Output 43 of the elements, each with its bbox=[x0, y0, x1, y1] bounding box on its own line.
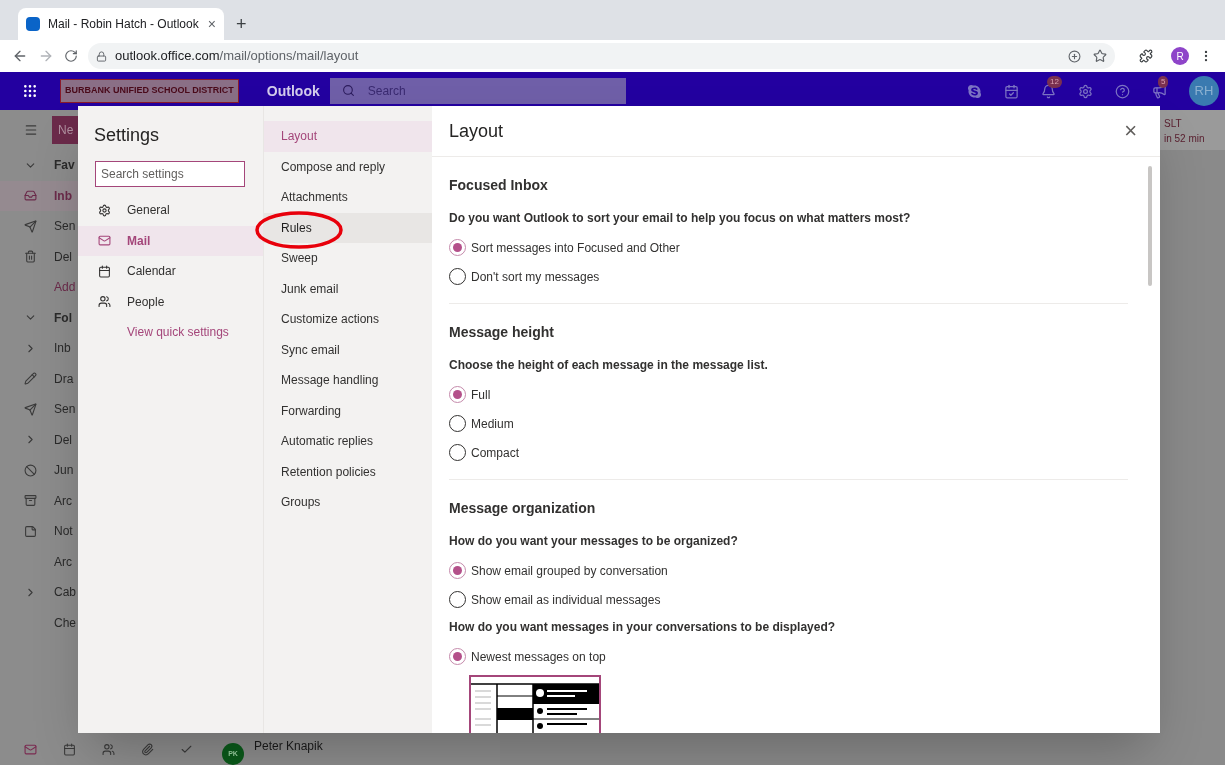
question-text: Do you want Outlook to sort your email to help you focus on what matters most? bbox=[449, 210, 912, 227]
folder-label: Sen bbox=[54, 401, 76, 419]
category-label: General bbox=[127, 202, 170, 220]
folder-label: Cab bbox=[54, 584, 76, 602]
folder-label: Fol bbox=[54, 309, 72, 327]
question-text: Choose the height of each message in the message list. bbox=[449, 357, 769, 374]
folder-label: Not bbox=[54, 523, 73, 541]
option-label: Show email grouped by conversation bbox=[471, 562, 668, 580]
option-label: Full bbox=[471, 386, 491, 404]
option-label: Don't sort my messages bbox=[471, 268, 600, 286]
folder-label: Del bbox=[54, 431, 72, 449]
sender-name: Peter Knapik bbox=[254, 738, 323, 755]
page-title: Layout bbox=[449, 119, 504, 143]
notification-badge: 12 bbox=[1047, 75, 1062, 88]
section-heading: Message height bbox=[449, 323, 556, 342]
folder-label: Inb bbox=[54, 340, 71, 358]
section-heading: Message organization bbox=[449, 499, 597, 518]
folder-label: Arc bbox=[54, 553, 72, 571]
folder-label: Dra bbox=[54, 370, 74, 388]
announcement-badge: 5 bbox=[1158, 75, 1169, 88]
option-label: Show email as individual messages bbox=[471, 591, 661, 609]
category-label: Mail bbox=[127, 232, 151, 250]
reminder-time: in 52 min bbox=[1164, 132, 1206, 146]
question-text: How do you want messages in your conversations to be displayed? bbox=[449, 619, 837, 636]
folder-label: Sen bbox=[54, 218, 76, 236]
option-label: Sort messages into Focused and Other bbox=[471, 239, 680, 257]
option-label: Newest messages on top bbox=[471, 648, 606, 666]
option-label: Compact bbox=[471, 444, 520, 462]
tab-title: Mail - Robin Hatch - Outlook bbox=[48, 16, 199, 33]
folder-label: Inb bbox=[54, 187, 72, 205]
category-label: People bbox=[127, 293, 165, 311]
folder-label: Che bbox=[54, 614, 76, 632]
folder-label: Del bbox=[54, 248, 72, 266]
category-label: Calendar bbox=[127, 263, 176, 281]
question-text: How do you want your messages to be organized? bbox=[449, 533, 739, 550]
folder-label: Fav bbox=[54, 157, 75, 175]
option-label: Medium bbox=[471, 415, 514, 433]
section-heading: Focused Inbox bbox=[449, 176, 549, 195]
folder-label: Jun bbox=[54, 462, 74, 480]
folder-label: Arc bbox=[54, 492, 72, 510]
url-text: outlook.office.com/mail/options/mail/layout bbox=[115, 47, 359, 66]
reminder-title: SLT bbox=[1164, 117, 1183, 131]
settings-title: Settings bbox=[93, 124, 161, 147]
